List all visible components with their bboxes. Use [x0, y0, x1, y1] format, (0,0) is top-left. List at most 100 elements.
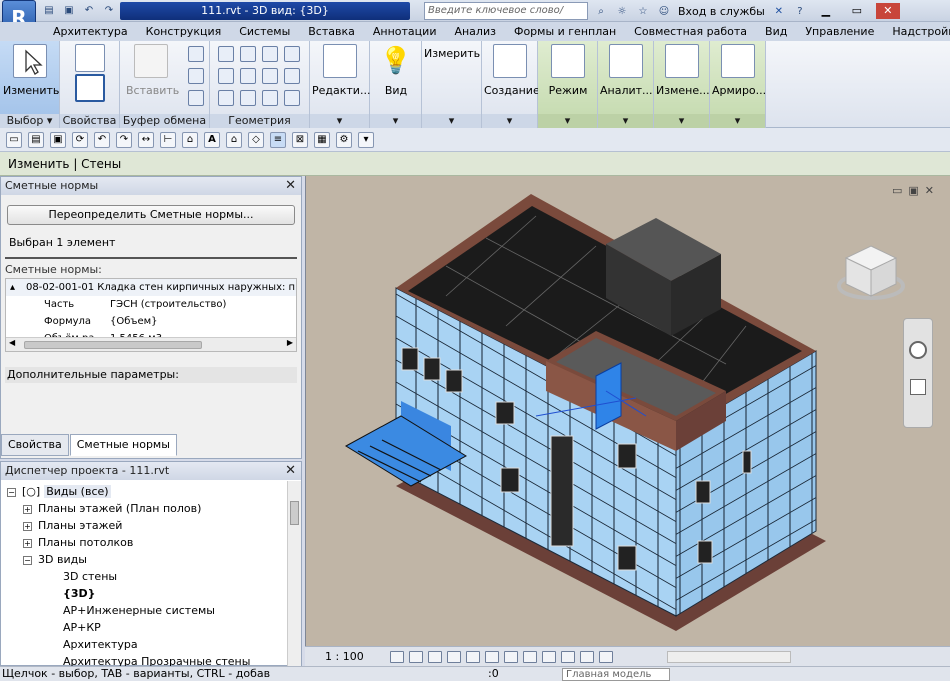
edit-group-arrow[interactable]: ▾: [310, 114, 369, 128]
edit-button[interactable]: Редакти...: [312, 44, 370, 97]
view-group-arrow[interactable]: ▾: [370, 114, 421, 128]
copy-icon[interactable]: [188, 68, 204, 84]
measure-tool-icon[interactable]: ↔: [138, 131, 154, 148]
close-icon[interactable]: ✕: [285, 462, 296, 480]
undo-icon[interactable]: ↶: [82, 3, 96, 17]
collapse-icon[interactable]: −: [23, 555, 32, 565]
tree-item[interactable]: − [○] Виды (все): [7, 483, 111, 500]
text-icon[interactable]: A: [204, 131, 220, 148]
split-face-icon[interactable]: [218, 68, 234, 84]
tree-item[interactable]: АР+КР: [63, 619, 101, 636]
binoculars-icon[interactable]: ⌕: [594, 4, 608, 18]
tab-architecture[interactable]: Архитектура: [44, 22, 137, 41]
open-folder-icon[interactable]: ▤: [28, 131, 44, 148]
save-icon[interactable]: ▣: [62, 3, 76, 17]
paste-button[interactable]: Вставить: [126, 44, 179, 97]
tab-manage[interactable]: Управление: [796, 22, 883, 41]
close-window-button[interactable]: ✕: [875, 3, 900, 19]
rebar-button[interactable]: Армиро...: [712, 44, 766, 97]
tree-item[interactable]: 3D стены: [63, 568, 117, 585]
tree-item[interactable]: + Планы этажей (План полов): [23, 500, 201, 517]
norm-item[interactable]: ▴ 08-02-001-01 Кладка стен кирпичных нар…: [6, 279, 296, 296]
measure-group-arrow[interactable]: ▾: [422, 114, 481, 128]
active-workset-select[interactable]: Главная модель: [562, 668, 670, 681]
undo-arrow-icon[interactable]: ↶: [94, 131, 110, 148]
minimize-button[interactable]: ▁: [814, 3, 838, 19]
scroll-right-icon[interactable]: ▶: [287, 338, 293, 347]
zoom-icon[interactable]: [910, 379, 926, 395]
tree-item[interactable]: + Планы потолков: [23, 534, 133, 551]
open-icon[interactable]: ▤: [42, 3, 56, 17]
create-group-arrow[interactable]: ▾: [482, 114, 537, 128]
switch-windows-icon[interactable]: ▦: [314, 131, 330, 148]
cope-icon[interactable]: [218, 46, 234, 62]
tab-estimate-norms[interactable]: Сметные нормы: [69, 434, 177, 456]
unjoin-icon[interactable]: [240, 90, 256, 106]
cut-icon[interactable]: [188, 46, 204, 62]
collapse-icon[interactable]: ▴: [10, 279, 15, 296]
viewport-window-controls[interactable]: ▭▣✕: [892, 184, 940, 197]
cut-geometry-icon[interactable]: [240, 46, 256, 62]
tab-collaborate[interactable]: Совместная работа: [625, 22, 756, 41]
type-properties-icon[interactable]: [75, 74, 105, 102]
customize-toolbar-icon[interactable]: ▾: [358, 131, 374, 148]
close-hidden-icon[interactable]: ⊠: [292, 131, 308, 148]
subscription-icon[interactable]: ☼: [615, 4, 629, 18]
paint-icon[interactable]: [240, 68, 256, 84]
detail-level-icon[interactable]: [389, 650, 404, 663]
open-file-icon[interactable]: ▭: [6, 131, 22, 148]
select-group-label[interactable]: Выбор ▾: [0, 114, 59, 128]
tab-massing-site[interactable]: Формы и генплан: [505, 22, 625, 41]
expand-icon[interactable]: +: [23, 538, 32, 548]
tab-annotate[interactable]: Аннотации: [364, 22, 446, 41]
tab-insert[interactable]: Вставка: [299, 22, 364, 41]
wall-joins-icon[interactable]: [284, 46, 300, 62]
properties-button[interactable]: [68, 44, 112, 108]
collapse-icon[interactable]: −: [7, 487, 16, 497]
tab-structure[interactable]: Конструкция: [137, 22, 231, 41]
vertical-scrollbar[interactable]: [287, 481, 301, 666]
thin-lines-icon[interactable]: ≡: [270, 131, 286, 148]
sync-icon[interactable]: ⟳: [72, 131, 88, 148]
modify-wall-group-arrow[interactable]: ▾: [654, 114, 709, 128]
navigation-bar[interactable]: [903, 318, 933, 428]
dimension-icon[interactable]: ⊢: [160, 131, 176, 148]
tab-systems[interactable]: Системы: [230, 22, 299, 41]
rebar-group-arrow[interactable]: ▾: [710, 114, 765, 128]
tree-item[interactable]: + Планы этажей: [23, 517, 122, 534]
remove-paint-icon[interactable]: [262, 90, 278, 106]
sun-path-icon[interactable]: [427, 650, 442, 663]
3d-view-icon[interactable]: ⌂: [226, 131, 242, 148]
viewcube[interactable]: [836, 236, 906, 306]
analytical-button[interactable]: Аналит...: [600, 44, 653, 97]
view-scale[interactable]: 1 : 100: [325, 650, 364, 663]
favorites-star-icon[interactable]: ☆: [636, 4, 650, 18]
modify-wall-button[interactable]: Измене...: [656, 44, 710, 97]
mode-group-arrow[interactable]: ▾: [538, 114, 597, 128]
analytical-model-icon[interactable]: [579, 650, 594, 663]
match-properties-icon[interactable]: [188, 90, 204, 106]
analytical-group-arrow[interactable]: ▾: [598, 114, 653, 128]
tree-item[interactable]: Архитектура: [63, 636, 138, 653]
visual-style-icon[interactable]: [408, 650, 423, 663]
tab-view[interactable]: Вид: [756, 22, 796, 41]
signin-button[interactable]: Вход в службы: [678, 5, 765, 18]
settings-icon[interactable]: ⚙: [336, 131, 352, 148]
override-norms-button[interactable]: Переопределить Сметные нормы...: [7, 205, 295, 225]
search-input[interactable]: Введите ключевое слово/фразу: [424, 2, 588, 32]
create-button[interactable]: Создание: [484, 44, 540, 97]
show-crop-icon[interactable]: [503, 650, 518, 663]
section-icon[interactable]: ◇: [248, 131, 264, 148]
tab-addins[interactable]: Надстройки: [883, 22, 950, 41]
highlight-displacement-icon[interactable]: [598, 650, 613, 663]
reveal-hidden-icon[interactable]: [560, 650, 575, 663]
crop-view-icon[interactable]: [484, 650, 499, 663]
beam-join-icon[interactable]: [218, 90, 234, 106]
shadows-icon[interactable]: [446, 650, 461, 663]
lock-view-icon[interactable]: [522, 650, 537, 663]
tab-properties[interactable]: Свойства: [1, 434, 69, 456]
tag-icon[interactable]: ⌂: [182, 131, 198, 148]
measure-button[interactable]: Измерить: [424, 47, 480, 60]
mode-button[interactable]: Режим: [542, 44, 594, 97]
scroll-left-icon[interactable]: ◀: [9, 338, 15, 347]
